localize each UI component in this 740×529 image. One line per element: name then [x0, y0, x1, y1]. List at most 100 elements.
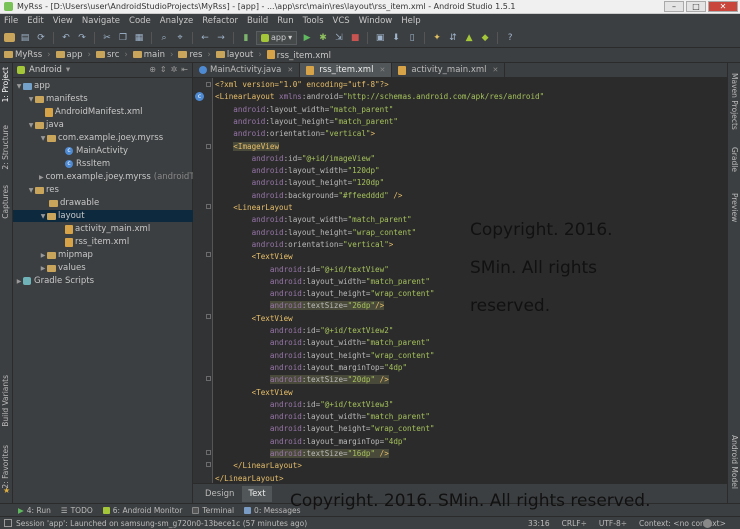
- menu-file[interactable]: File: [4, 16, 18, 26]
- chevron-right-icon[interactable]: ▶: [15, 278, 23, 285]
- tab-rss-item[interactable]: rss_item.xml ✕: [300, 63, 393, 77]
- tree-item-java[interactable]: ▼ java: [13, 119, 193, 131]
- code-line[interactable]: <TextView: [215, 313, 293, 325]
- code-line[interactable]: android:layout_height="120dp": [215, 177, 385, 189]
- sync-icon[interactable]: ⟳: [35, 32, 47, 44]
- tree-item-app[interactable]: ▼ app: [13, 80, 193, 92]
- code-line[interactable]: android:orientation="vertical">: [215, 239, 394, 251]
- tree-item-rssitem[interactable]: c RssItem: [13, 158, 193, 170]
- fold-icon[interactable]: [206, 144, 211, 149]
- tool-windows-toggle-icon[interactable]: [4, 519, 12, 527]
- menu-view[interactable]: View: [53, 16, 73, 26]
- fold-icon[interactable]: [206, 252, 211, 257]
- breadcrumb-item-res[interactable]: res: [178, 50, 202, 60]
- chevron-right-icon[interactable]: ▶: [39, 174, 44, 181]
- code-line[interactable]: android:orientation="vertical">: [215, 128, 375, 140]
- run-config-select[interactable]: app ▾: [256, 30, 298, 45]
- tree-item-mipmap[interactable]: ▶ mipmap: [13, 249, 193, 261]
- close-button[interactable]: ✕: [708, 1, 738, 12]
- code-line[interactable]: android:layout_height="wrap_content": [215, 288, 435, 300]
- back-icon[interactable]: ←: [199, 32, 211, 44]
- code-line[interactable]: android:layout_width="match_parent": [215, 214, 412, 226]
- tree-item-manifests[interactable]: ▼ manifests: [13, 93, 193, 105]
- code-line[interactable]: <?xml version="1.0" encoding="utf-8"?>: [215, 79, 389, 91]
- captures-tool-tab[interactable]: Captures: [1, 185, 10, 219]
- menu-run[interactable]: Run: [277, 16, 293, 26]
- stop-icon[interactable]: ■: [349, 32, 361, 44]
- tree-item-mainactivity[interactable]: c MainActivity: [13, 145, 193, 157]
- code-line[interactable]: android:background="#ffeedddd" />: [215, 190, 403, 202]
- breadcrumb-item-file[interactable]: rss_item.xml: [266, 49, 331, 61]
- maximize-button[interactable]: □: [686, 1, 706, 12]
- sdk-manager-icon[interactable]: ⬇: [390, 32, 402, 44]
- tab-activity-main[interactable]: activity_main.xml ✕: [392, 63, 506, 77]
- project-tool-tab[interactable]: 1: Project: [1, 67, 10, 102]
- lock-icon[interactable]: [703, 519, 712, 528]
- menu-help[interactable]: Help: [401, 16, 420, 26]
- chevron-down-icon[interactable]: ▼: [39, 135, 47, 142]
- code-line[interactable]: android:textSize="26dp"/>: [215, 300, 385, 312]
- redo-icon[interactable]: ↷: [76, 32, 88, 44]
- code-line[interactable]: android:id="@+id/textView": [215, 264, 389, 276]
- hide-panel-icon[interactable]: ⇤: [181, 65, 188, 74]
- breadcrumb-item-myrss[interactable]: MyRss: [4, 50, 42, 60]
- code-line[interactable]: android:layout_height="match_parent": [215, 116, 398, 128]
- tab-text[interactable]: Text: [242, 485, 272, 502]
- code-line[interactable]: android:layout_height="wrap_content": [215, 423, 435, 435]
- code-line[interactable]: android:layout_marginTop="4dp": [215, 436, 407, 448]
- chevron-down-icon[interactable]: ▼: [15, 83, 23, 90]
- code-line[interactable]: android:textSize="16dp" />: [215, 448, 389, 460]
- copy-icon[interactable]: ❐: [117, 32, 129, 44]
- maven-projects-tool-tab[interactable]: Maven Projects: [730, 73, 739, 130]
- chevron-right-icon[interactable]: ▶: [39, 252, 47, 259]
- code-line[interactable]: android:layout_width="match_parent": [215, 411, 430, 423]
- line-separator[interactable]: CRLF÷: [562, 519, 587, 528]
- tree-item-rss-item[interactable]: rss_item.xml: [13, 236, 193, 248]
- tree-item-test-package[interactable]: ▶com.example.joey.myrss(androidTe: [13, 171, 193, 183]
- gradle-sync-icon[interactable]: ⇵: [447, 32, 459, 44]
- tree-item-androidmanifest[interactable]: AndroidManifest.xml: [13, 106, 193, 118]
- tree-item-drawable[interactable]: drawable: [13, 197, 193, 209]
- code-line[interactable]: </LinearLayout>: [215, 460, 302, 472]
- code-line[interactable]: android:layout_width="120dp": [215, 165, 380, 177]
- fold-icon[interactable]: [206, 450, 211, 455]
- code-line[interactable]: <TextView: [215, 251, 293, 263]
- chevron-right-icon[interactable]: ▶: [39, 265, 47, 272]
- favorites-tool-tab[interactable]: 2: Favorites: [1, 445, 10, 489]
- tab-design[interactable]: Design: [199, 486, 240, 502]
- code-line[interactable]: android:id="@+id/textView2": [215, 325, 393, 337]
- attach-debugger-icon[interactable]: ⇲: [333, 32, 345, 44]
- fold-icon[interactable]: [206, 376, 211, 381]
- gradle-tool-tab[interactable]: Gradle: [730, 147, 739, 172]
- menu-tools[interactable]: Tools: [303, 16, 324, 26]
- tree-item-gradle-scripts[interactable]: ▶ Gradle Scripts: [13, 275, 193, 287]
- fold-icon[interactable]: [206, 314, 211, 319]
- build-variants-tool-tab[interactable]: Build Variants: [1, 375, 10, 427]
- close-tab-icon[interactable]: ✕: [493, 66, 499, 74]
- code-line[interactable]: android:layout_width="match_parent": [215, 337, 430, 349]
- code-line[interactable]: <LinearLayout: [215, 202, 292, 214]
- code-line[interactable]: android:id="@+id/imageView": [215, 153, 375, 165]
- code-line[interactable]: android:id="@+id/textView3": [215, 399, 393, 411]
- tree-item-package[interactable]: ▼ com.example.joey.myrss: [13, 132, 193, 144]
- project-view-select[interactable]: Android: [29, 65, 62, 75]
- collapse-all-icon[interactable]: ⇕: [160, 65, 167, 74]
- chevron-down-icon[interactable]: ▼: [27, 96, 35, 103]
- help-icon[interactable]: ?: [504, 32, 516, 44]
- code-line[interactable]: <ImageView: [215, 141, 280, 153]
- breadcrumb-item-src[interactable]: src: [95, 50, 119, 60]
- code-line[interactable]: <TextView: [215, 387, 293, 399]
- cursor-position[interactable]: 33:16: [528, 519, 550, 528]
- fold-icon[interactable]: [206, 462, 211, 467]
- fold-icon[interactable]: [206, 82, 211, 87]
- code-line[interactable]: android:layout_width="match_parent": [215, 104, 393, 116]
- save-all-icon[interactable]: ▤: [19, 32, 31, 44]
- sync-target-icon[interactable]: ⊕: [149, 65, 156, 74]
- code-line[interactable]: android:layout_marginTop="4dp": [215, 362, 407, 374]
- code-line[interactable]: android:layout_width="match_parent": [215, 276, 430, 288]
- cut-icon[interactable]: ✂: [101, 32, 113, 44]
- android-model-tool-tab[interactable]: Android Model: [730, 435, 739, 489]
- close-tab-icon[interactable]: ✕: [287, 66, 293, 74]
- run-icon[interactable]: ▶: [301, 32, 313, 44]
- close-tab-icon[interactable]: ✕: [379, 66, 385, 74]
